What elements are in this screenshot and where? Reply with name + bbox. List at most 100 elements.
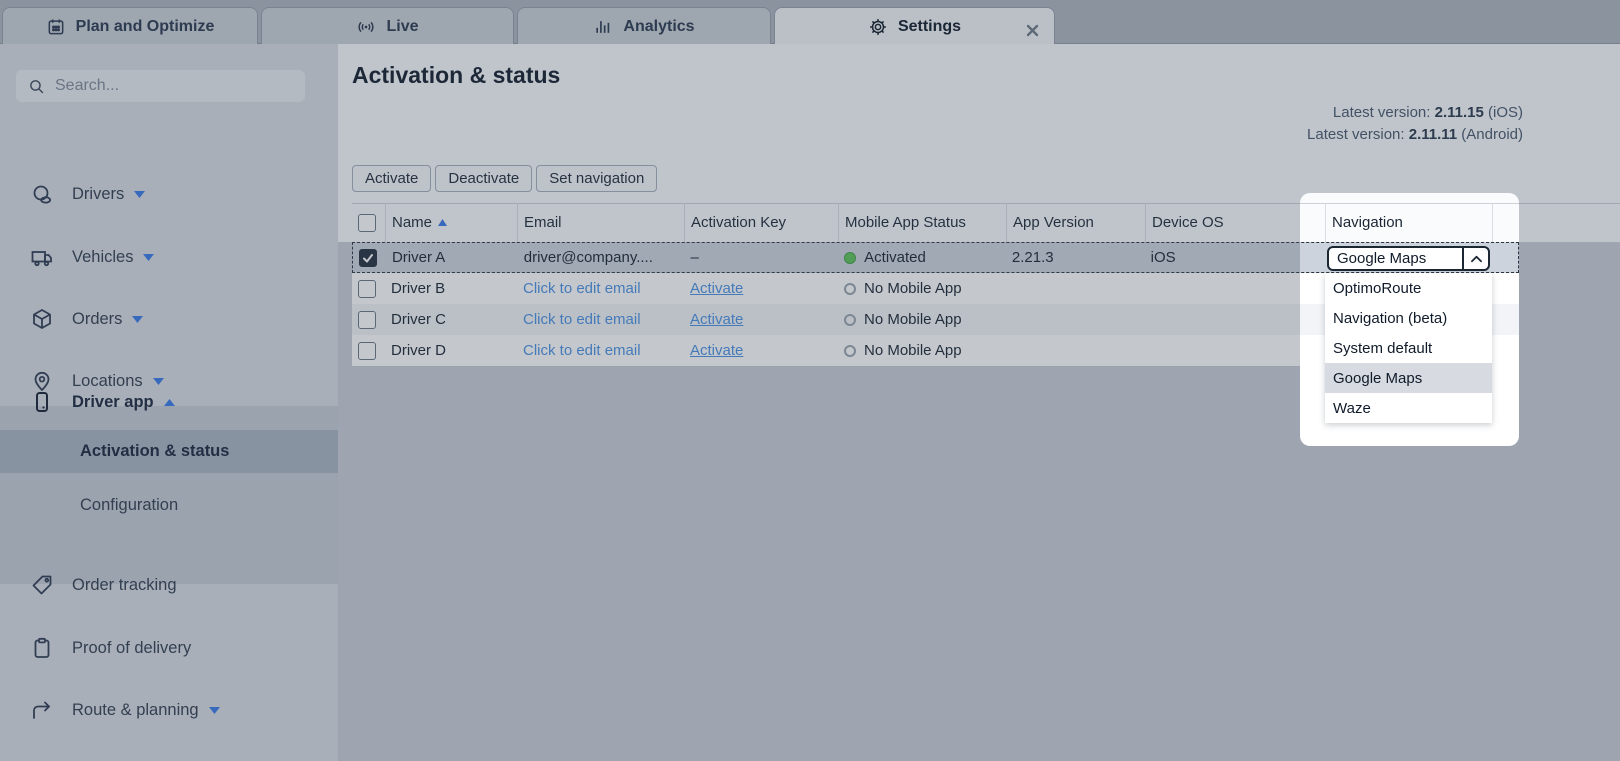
select-all-checkbox[interactable] (358, 213, 376, 232)
sidebar-item-configuration[interactable]: Configuration (0, 483, 338, 527)
edit-email-link[interactable]: Click to edit email (523, 280, 641, 297)
cell-mobile-app-status: No Mobile App (838, 273, 1006, 304)
row-checkbox[interactable] (358, 279, 376, 298)
table-header-row: Name Email Activation Key Mobile App Sta… (352, 203, 1519, 242)
latest-version-ios: Latest version: 2.11.15 (iOS) (1332, 104, 1523, 121)
search-box[interactable] (16, 70, 305, 102)
cell-name: Driver C (391, 311, 446, 328)
row-checkbox[interactable] (358, 310, 376, 329)
row-checkbox[interactable] (358, 341, 376, 360)
navigation-dropdown-list: OptimoRoute Navigation (beta) System def… (1325, 273, 1492, 423)
set-navigation-button[interactable]: Set navigation (536, 165, 658, 192)
cell-activation-key: Activate (684, 304, 838, 335)
chevron-down-icon (134, 190, 146, 198)
status-none-dot (844, 344, 856, 357)
sidebar-item-vehicles[interactable]: Vehicles (0, 235, 338, 279)
sidebar-item-proof-of-delivery[interactable]: Proof of delivery (0, 626, 338, 670)
cell-name: Driver D (391, 342, 446, 359)
sidebar-item-label: Order tracking (72, 575, 177, 594)
top-tab-bar: Plan and Optimize Live Analytics Setting… (0, 0, 1620, 45)
sidebar-item-label: Proof of delivery (72, 638, 192, 657)
cell-device-os: iOS (1150, 249, 1176, 266)
sidebar-item-drivers[interactable]: Drivers (0, 172, 338, 216)
cell-email: Click to edit email (517, 304, 684, 335)
dropdown-option-navigation-beta[interactable]: Navigation (beta) (1325, 303, 1492, 333)
driver-cap-icon (30, 182, 56, 206)
tab-live[interactable]: Live (261, 7, 514, 45)
search-input[interactable] (55, 77, 275, 95)
gear-icon (870, 18, 886, 35)
cell-email: Click to edit email (517, 335, 684, 366)
chevron-down-icon (208, 706, 220, 714)
cell-activation-key: Activate (684, 273, 838, 304)
route-arrow-icon (30, 698, 56, 722)
column-header-email[interactable]: Email (517, 203, 684, 242)
latest-version-android: Latest version: 2.11.11 (Android) (1307, 126, 1523, 143)
activate-link[interactable]: Activate (690, 280, 743, 297)
sidebar-item-label: Route & planning (72, 700, 199, 719)
chevron-down-icon (143, 253, 155, 261)
tab-label: Plan and Optimize (75, 17, 215, 35)
column-header-filler (1492, 203, 1519, 242)
sidebar-item-label: Orders (72, 309, 123, 328)
analytics-bars-icon (596, 20, 610, 33)
truck-icon (30, 245, 56, 269)
dropdown-option-system-default[interactable]: System default (1325, 333, 1492, 363)
activate-link[interactable]: Activate (690, 311, 743, 328)
sidebar-item-route-planning[interactable]: Route & planning (0, 688, 338, 732)
table-toolbar: Activate Deactivate Set navigation (352, 165, 658, 192)
activate-link[interactable]: Activate (690, 342, 743, 359)
cell-name: Driver B (391, 280, 446, 297)
calendar-icon (48, 19, 64, 34)
cell-mobile-app-status: Activated (838, 243, 1006, 272)
smartphone-icon (30, 390, 56, 414)
chevron-down-icon (132, 315, 144, 323)
cell-email: Click to edit email (517, 273, 684, 304)
tab-label: Settings (897, 17, 962, 35)
sort-ascending-icon (438, 219, 448, 226)
edit-email-link[interactable]: Click to edit email (523, 311, 641, 328)
sidebar-item-driver-app[interactable]: Driver app (0, 380, 338, 424)
live-broadcast-icon (358, 21, 374, 32)
cell-activation-key: Activate (684, 335, 838, 366)
sidebar-item-label: Vehicles (72, 247, 134, 266)
column-header-navigation[interactable]: Navigation (1325, 203, 1492, 242)
tab-plan-and-optimize[interactable]: Plan and Optimize (2, 7, 258, 45)
column-header-mobile-app-status[interactable]: Mobile App Status (838, 203, 1006, 242)
dropdown-option-google-maps[interactable]: Google Maps (1325, 363, 1492, 393)
tab-analytics[interactable]: Analytics (517, 7, 771, 45)
dropdown-option-waze[interactable]: Waze (1325, 393, 1492, 423)
column-header-name[interactable]: Name (385, 203, 517, 242)
row-checkbox[interactable] (359, 248, 377, 267)
status-none-dot (844, 282, 856, 295)
tab-settings[interactable]: Settings (774, 7, 1055, 45)
activate-button[interactable]: Activate (352, 165, 432, 192)
status-none-dot (844, 313, 856, 326)
cell-name: Driver A (391, 249, 446, 266)
sidebar-item-label: Activation & status (80, 442, 230, 460)
navigation-select[interactable]: Google Maps (1327, 246, 1490, 271)
column-header-activation-key[interactable]: Activation Key (684, 203, 838, 242)
chevron-up-icon (163, 398, 175, 406)
package-box-icon (30, 307, 56, 331)
deactivate-button[interactable]: Deactivate (435, 165, 533, 192)
navigation-select-value: Google Maps (1337, 250, 1427, 267)
cell-mobile-app-status: No Mobile App (838, 335, 1006, 366)
sidebar-item-label: Drivers (72, 184, 125, 203)
tab-label: Live (386, 17, 419, 35)
sidebar-item-label: Configuration (80, 495, 179, 514)
column-header-app-version[interactable]: App Version (1006, 203, 1145, 242)
close-tab-icon[interactable] (1022, 20, 1042, 40)
sidebar-item-order-tracking[interactable]: Order tracking (0, 563, 338, 607)
search-icon (30, 79, 44, 93)
column-header-device-os[interactable]: Device OS (1145, 203, 1325, 242)
cell-app-version: 2.21.3 (1011, 249, 1054, 266)
sidebar-item-activation-status[interactable]: Activation & status (0, 430, 338, 473)
tab-label: Analytics (623, 17, 695, 35)
edit-email-link[interactable]: Click to edit email (523, 342, 641, 359)
dropdown-option-optimoroute[interactable]: OptimoRoute (1325, 273, 1492, 303)
cell-activation-key: – (690, 249, 699, 266)
sidebar-item-orders[interactable]: Orders (0, 297, 338, 341)
clipboard-icon (30, 636, 56, 660)
sidebar-item-label: Driver app (72, 392, 154, 411)
